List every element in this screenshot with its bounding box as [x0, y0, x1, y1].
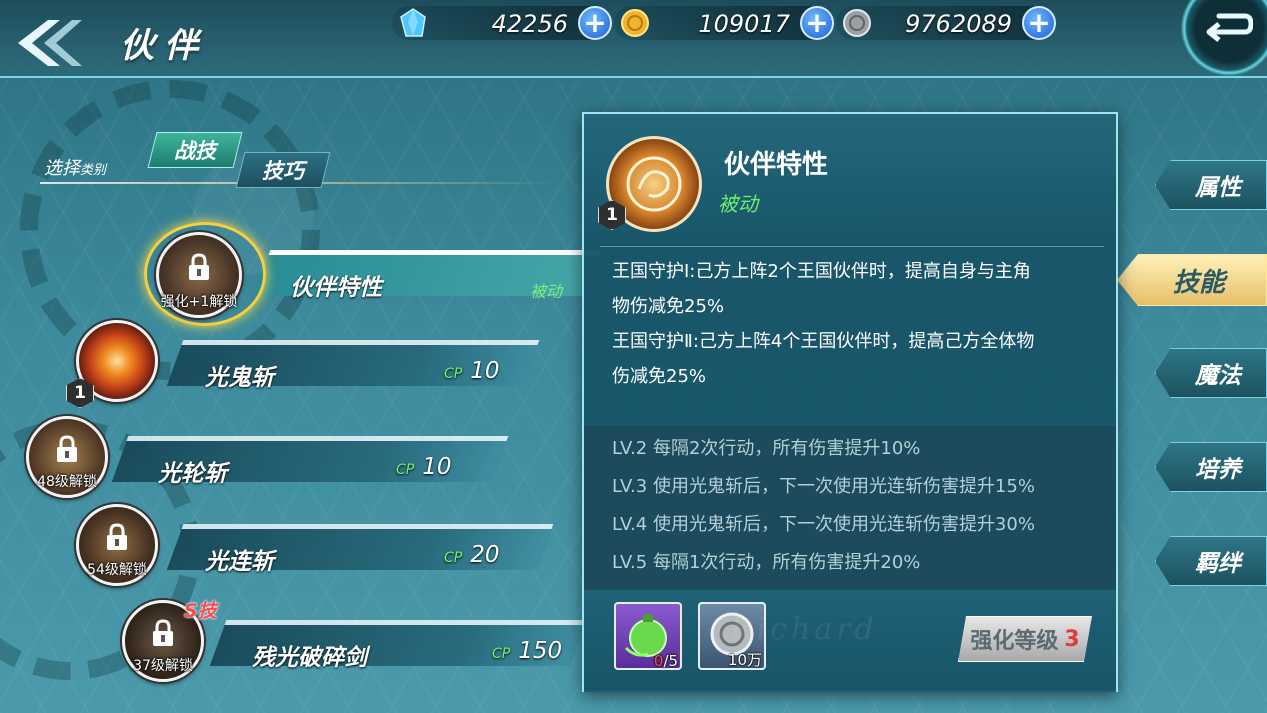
side-tab-attributes[interactable]: 属性: [1155, 160, 1267, 210]
side-tab-bonds[interactable]: 羁绊: [1155, 536, 1267, 586]
category-label-text: 选择: [44, 158, 80, 179]
skill-name: 伙伴特性: [290, 275, 382, 301]
description-line: 王国守护Ⅱ:己方上阵4个王国伙伴时，提高己方全体物: [612, 331, 1035, 352]
gold-coin-icon: [621, 9, 649, 37]
upgrade-line: LV.4 使用光鬼斩后，下一次使用光连斩伤害提升30%: [612, 514, 1035, 535]
enhance-label: 强化等级: [970, 629, 1059, 654]
add-gold-button[interactable]: +: [800, 6, 834, 40]
skill-cp: CP 150: [492, 638, 562, 664]
gems-value: 42256: [491, 10, 568, 38]
detail-title: 伙伴特性: [724, 150, 829, 180]
lock-icon: [57, 435, 77, 463]
currency-silver: 9762089 +: [836, 6, 1056, 40]
cp-value: 150: [518, 638, 563, 664]
side-tab-label: 羁绊: [1195, 551, 1241, 577]
skill-icon-partner-trait[interactable]: 强化+1解锁: [156, 232, 242, 318]
silver-value: 9762089: [905, 10, 1012, 38]
skill-icon-light-wheel-slash[interactable]: 48级解锁: [26, 416, 108, 498]
skill-cp: CP 10: [444, 358, 500, 384]
category-label: 选择类别: [44, 154, 106, 180]
skill-name: 光连斩: [205, 549, 274, 575]
return-arrow-icon: [1206, 13, 1253, 42]
unlock-requirement: 48级解锁: [37, 474, 97, 490]
skill-passive-tag: 被动: [530, 282, 563, 301]
silver-amount: 10万: [727, 651, 762, 669]
enhance-button[interactable]: 强化等级 3: [958, 616, 1092, 662]
character-name-watermark: Richard: [730, 612, 878, 647]
back-chevrons-icon[interactable]: [8, 18, 108, 72]
cp-label: CP: [492, 646, 511, 662]
silver-coin-icon: [843, 9, 871, 37]
skill-icon-light-chain-slash[interactable]: 54级解锁: [76, 504, 158, 586]
side-tab-skills[interactable]: 技能: [1117, 254, 1267, 306]
material-need: /5: [663, 652, 678, 670]
skill-name: 光鬼斩: [205, 365, 274, 391]
skill-cp: CP 20: [444, 542, 500, 568]
side-tab-label: 属性: [1195, 175, 1241, 201]
cp-value: 10: [422, 454, 452, 480]
skill-name: 光轮斩: [158, 461, 227, 487]
detail-description: 王国守护Ⅰ:己方上阵2个王国伙伴时，提高自身与主角 物伤减免25% 王国守护Ⅱ:…: [612, 254, 1096, 394]
side-tab-training[interactable]: 培养: [1155, 442, 1267, 492]
cp-label: CP: [444, 366, 463, 382]
upgrade-line: LV.5 每隔1次行动，所有伤害提升20%: [612, 552, 921, 573]
category-label-small: 类别: [80, 163, 107, 178]
unlock-requirement: 强化+1解锁: [160, 294, 238, 310]
description-line: 伤减免25%: [612, 366, 707, 387]
upgrade-line: LV.3 使用光鬼斩后，下一次使用光连斩伤害提升15%: [612, 476, 1035, 497]
material-have: 0: [653, 652, 664, 670]
cp-label: CP: [396, 462, 415, 478]
lock-icon: [153, 619, 173, 647]
top-bar: 伙伴 42256 + 109017 + 9762089 +: [0, 0, 1267, 78]
material-slot-potion[interactable]: 0/5: [614, 602, 682, 670]
upgrade-line: LV.2 每隔2次行动，所有伤害提升10%: [612, 438, 921, 459]
cp-value: 20: [470, 542, 500, 568]
description-line: 王国守护Ⅰ:己方上阵2个王国伙伴时，提高自身与主角: [612, 261, 1031, 282]
blue-gem-icon: [400, 8, 426, 37]
return-button[interactable]: [1181, 0, 1267, 76]
cp-value: 10: [470, 358, 500, 384]
lock-icon: [189, 253, 209, 280]
currency-gems: 42256 +: [392, 6, 612, 40]
add-silver-button[interactable]: +: [1022, 6, 1056, 40]
skill-detail-panel: 1 伙伴特性 被动 王国守护Ⅰ:己方上阵2个王国伙伴时，提高自身与主角 物伤减免…: [582, 112, 1118, 692]
upgrade-list: LV.2 每隔2次行动，所有伤害提升10% LV.3 使用光鬼斩后，下一次使用光…: [584, 426, 1116, 590]
lock-icon: [107, 523, 127, 551]
add-gems-button[interactable]: +: [578, 6, 612, 40]
tab-techniques[interactable]: 技巧: [235, 152, 331, 188]
gold-value: 109017: [698, 10, 790, 38]
unlock-requirement: 37级解锁: [133, 658, 193, 674]
unlock-requirement: 54级解锁: [87, 562, 147, 578]
skill-name: 残光破碎剑: [252, 645, 367, 671]
side-tab-label: 培养: [1195, 457, 1241, 483]
currency-gold: 109017 +: [614, 6, 834, 40]
page-title: 伙伴: [120, 26, 208, 66]
tab-label: 技巧: [262, 159, 304, 183]
detail-type: 被动: [718, 192, 758, 216]
side-tab-label: 魔法: [1195, 363, 1241, 389]
tab-combat-skills[interactable]: 战技: [147, 132, 243, 168]
skill-cp: CP 10: [396, 454, 452, 480]
side-tab-magic[interactable]: 魔法: [1155, 348, 1267, 398]
s-skill-badge: S技: [184, 600, 217, 622]
cp-label: CP: [444, 550, 463, 566]
enhance-level: 3: [1064, 626, 1080, 652]
panel-divider: [600, 246, 1104, 247]
tab-label: 战技: [174, 139, 216, 163]
description-line: 物伤减免25%: [612, 296, 725, 317]
side-tab-label: 技能: [1172, 267, 1225, 298]
material-count: 0/5: [654, 652, 678, 670]
